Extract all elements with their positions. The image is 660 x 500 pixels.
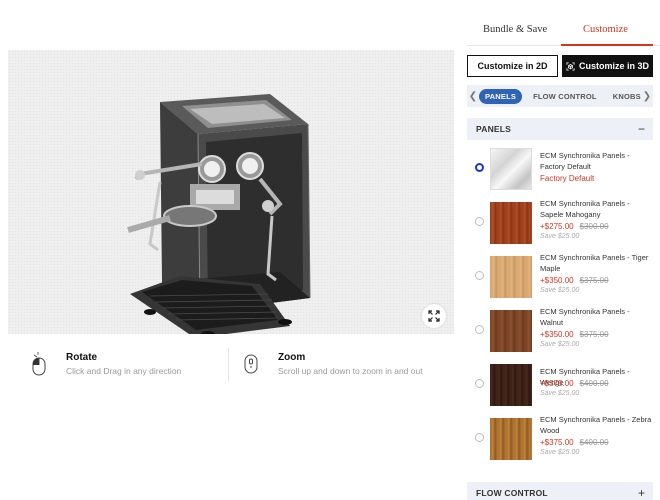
panels-section-header[interactable]: PANELS − [467, 118, 653, 140]
option-price-row: +$350.00 $375.00 [540, 276, 609, 285]
swatch-factory-default [490, 148, 532, 190]
category-knobs[interactable]: KNOBS [608, 89, 641, 104]
option-name: ECM Synchronika Panels - Zebra Wood [540, 415, 652, 435]
radio-unselected[interactable] [475, 433, 484, 442]
panel-option-zebra-wood[interactable]: ECM Synchronika Panels - Zebra Wood +$37… [467, 412, 653, 466]
tab-bar: Bundle & Save Customize [467, 0, 660, 46]
category-flow-control[interactable]: FLOW CONTROL [528, 89, 602, 104]
product-3d-viewer[interactable] [8, 50, 454, 334]
category-nav: ❮ PANELS FLOW CONTROL KNOBS DR ❯ [467, 85, 653, 107]
swatch-zebra-wood [490, 418, 532, 460]
chevron-left-icon[interactable]: ❮ [467, 85, 479, 107]
rotate-description: Click and Drag in any direction [66, 366, 182, 376]
mouse-click-icon [32, 352, 46, 376]
viewer-hints: Rotate Click and Drag in any direction Z… [8, 344, 454, 384]
customize-panel: Bundle & Save Customize Customize in 2D … [467, 0, 660, 500]
customize-3d-label: Customize in 3D [578, 61, 649, 71]
option-old-price: $400.00 [579, 379, 609, 388]
tab-bundle-save[interactable]: Bundle & Save [483, 24, 547, 35]
chevron-right-icon[interactable]: ❯ [641, 85, 653, 107]
option-old-price: $400.00 [579, 438, 609, 447]
option-savings: Save $25.00 [540, 449, 580, 456]
radio-unselected[interactable] [475, 217, 484, 226]
option-savings: Save $25.00 [540, 390, 580, 397]
flow-control-section-header[interactable]: FLOW CONTROL + [467, 482, 653, 500]
active-tab-indicator [561, 44, 653, 46]
panel-option-wenge[interactable]: ECM Synchronika Panels - Wenge +$375.00 $… [467, 358, 653, 412]
customize-3d-button[interactable]: Customize in 3D [562, 55, 653, 77]
option-name: ECM Synchronika Panels - Tiger Maple [540, 253, 649, 273]
panels-section-title: PANELS [476, 124, 512, 134]
zoom-description: Scroll up and down to zoom in and out [278, 366, 423, 376]
option-price: +$350.00 [540, 330, 574, 339]
swatch-tiger-maple [490, 256, 532, 298]
option-price: +$375.00 [540, 438, 574, 447]
category-panels[interactable]: PANELS [479, 88, 523, 104]
radio-selected[interactable] [475, 163, 484, 172]
radio-unselected[interactable] [475, 379, 484, 388]
mouse-scroll-icon [244, 354, 258, 374]
panel-option-factory-default[interactable]: ECM Synchronika Panels - Factory Default… [467, 142, 653, 196]
option-name: ECM Synchronika Panels - Factory Default [540, 151, 630, 171]
panel-option-sapele-mahogany[interactable]: ECM Synchronika Panels - Sapele Mahogany… [467, 196, 653, 250]
flow-control-section-title: FLOW CONTROL [476, 488, 548, 498]
option-price: +$375.00 [540, 379, 574, 388]
fullscreen-button[interactable] [422, 304, 446, 328]
option-savings: Save $25.00 [540, 341, 580, 348]
tab-customize[interactable]: Customize [583, 24, 628, 35]
panel-option-walnut[interactable]: ECM Synchronika Panels - Walnut +$350.00… [467, 304, 653, 358]
option-price: +$275.00 [540, 222, 574, 231]
swatch-wenge [490, 364, 532, 406]
expand-icon [428, 310, 440, 322]
swatch-sapele-mahogany [490, 202, 532, 244]
category-list: PANELS FLOW CONTROL KNOBS DR [479, 88, 641, 104]
3d-cube-icon [566, 61, 575, 71]
option-old-price: $300.00 [579, 222, 609, 231]
option-price-row: +$275.00 $300.00 [540, 222, 609, 231]
espresso-machine-image [127, 94, 311, 334]
option-price-row: +$375.00 $400.00 [540, 379, 609, 388]
hint-divider [228, 348, 229, 382]
option-default-note: Factory Default [540, 174, 595, 183]
option-name: ECM Synchronika Panels - Walnut [540, 307, 630, 327]
panel-option-tiger-maple[interactable]: ECM Synchronika Panels - Tiger Maple +$3… [467, 250, 653, 304]
swatch-walnut [490, 310, 532, 352]
radio-unselected[interactable] [475, 271, 484, 280]
zoom-title: Zoom [278, 352, 306, 363]
customize-2d-button[interactable]: Customize in 2D [467, 55, 558, 77]
option-price-row: +$375.00 $400.00 [540, 438, 609, 447]
option-name: ECM Synchronika Panels - Sapele Mahogany [540, 199, 630, 219]
radio-unselected[interactable] [475, 325, 484, 334]
panel-options-list: ECM Synchronika Panels - Factory Default… [467, 142, 653, 466]
customize-2d-label: Customize in 2D [477, 61, 548, 71]
option-price-row: +$350.00 $375.00 [540, 330, 609, 339]
option-savings: Save $25.00 [540, 233, 580, 240]
option-old-price: $375.00 [579, 276, 609, 285]
option-old-price: $375.00 [579, 330, 609, 339]
mode-toggle: Customize in 2D Customize in 3D [467, 55, 653, 77]
collapse-icon: − [637, 122, 645, 136]
option-price: +$350.00 [540, 276, 574, 285]
expand-icon: + [637, 486, 645, 500]
option-savings: Save $25.00 [540, 287, 580, 294]
rotate-title: Rotate [66, 352, 98, 363]
